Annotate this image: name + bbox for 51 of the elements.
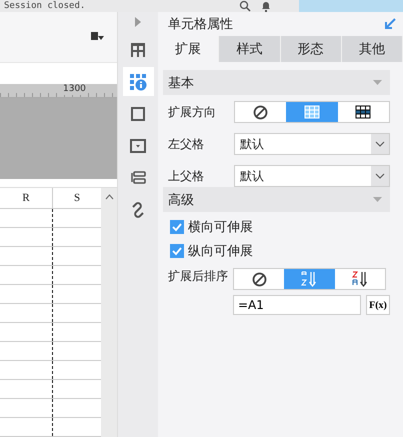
formula-button[interactable]: F(x) — [366, 295, 390, 315]
field-label: 左父格 — [168, 136, 204, 152]
column-header[interactable]: S — [53, 188, 101, 208]
checkbox[interactable] — [170, 220, 184, 234]
field-label: 扩展后排序 — [168, 268, 228, 285]
up-caret-icon[interactable] — [104, 194, 114, 200]
formula-field[interactable]: =A1 — [233, 295, 361, 315]
segmented-control[interactable] — [234, 101, 390, 123]
checkbox[interactable] — [170, 244, 184, 258]
tab[interactable]: 形态 — [280, 36, 342, 62]
sidebar-tool[interactable] — [122, 67, 154, 96]
dropdown-field[interactable]: 默认 — [234, 165, 390, 187]
chevron-down-icon[interactable] — [375, 173, 385, 179]
tab[interactable]: 样式 — [219, 36, 280, 62]
column-header[interactable]: R — [0, 188, 53, 208]
sort-ascending-icon — [300, 271, 318, 287]
scrollbar[interactable] — [101, 188, 117, 437]
section-title: 基本 — [168, 74, 194, 92]
dropdown-value: 默认 — [239, 136, 264, 152]
collapse-arrow-icon[interactable] — [384, 18, 396, 30]
field-label: 扩展方向 — [168, 104, 216, 120]
section-header[interactable]: 高级 — [163, 187, 390, 212]
caret-icon — [373, 197, 382, 202]
grid-icon — [129, 40, 147, 58]
square-icon — [129, 104, 147, 122]
section-header[interactable]: 基本 — [163, 70, 390, 95]
no-icon — [253, 104, 268, 120]
widget-icon — [129, 168, 147, 186]
no-icon — [252, 272, 267, 286]
horizontal-expand-icon — [355, 105, 372, 119]
segmented-control[interactable] — [233, 268, 386, 290]
chevron-down-icon[interactable] — [375, 141, 385, 147]
tab[interactable]: 其他 — [342, 36, 403, 62]
dropdown-field[interactable]: 默认 — [234, 133, 390, 155]
vertical-expand-icon — [304, 105, 320, 119]
dropdown-box-icon — [129, 136, 147, 154]
dropdown-value: 默认 — [239, 168, 264, 184]
flag-dropdown-icon[interactable] — [91, 32, 105, 42]
field-label: 上父格 — [168, 168, 204, 184]
ruler-label: 1300 — [63, 84, 86, 96]
status-message: Session closed. — [3, 0, 86, 12]
checkbox-label: 纵向可伸展 — [188, 243, 253, 260]
bell-icon[interactable] — [261, 0, 271, 12]
sort-descending-icon — [350, 271, 369, 287]
caret-icon — [373, 80, 382, 85]
section-title: 高级 — [168, 192, 194, 208]
search-icon[interactable] — [239, 0, 251, 12]
tab[interactable]: 扩展 — [158, 36, 220, 62]
info-grid-icon — [129, 72, 147, 90]
checkbox-label: 横向可伸展 — [188, 219, 253, 236]
panel-title: 单元格属性 — [168, 16, 233, 33]
